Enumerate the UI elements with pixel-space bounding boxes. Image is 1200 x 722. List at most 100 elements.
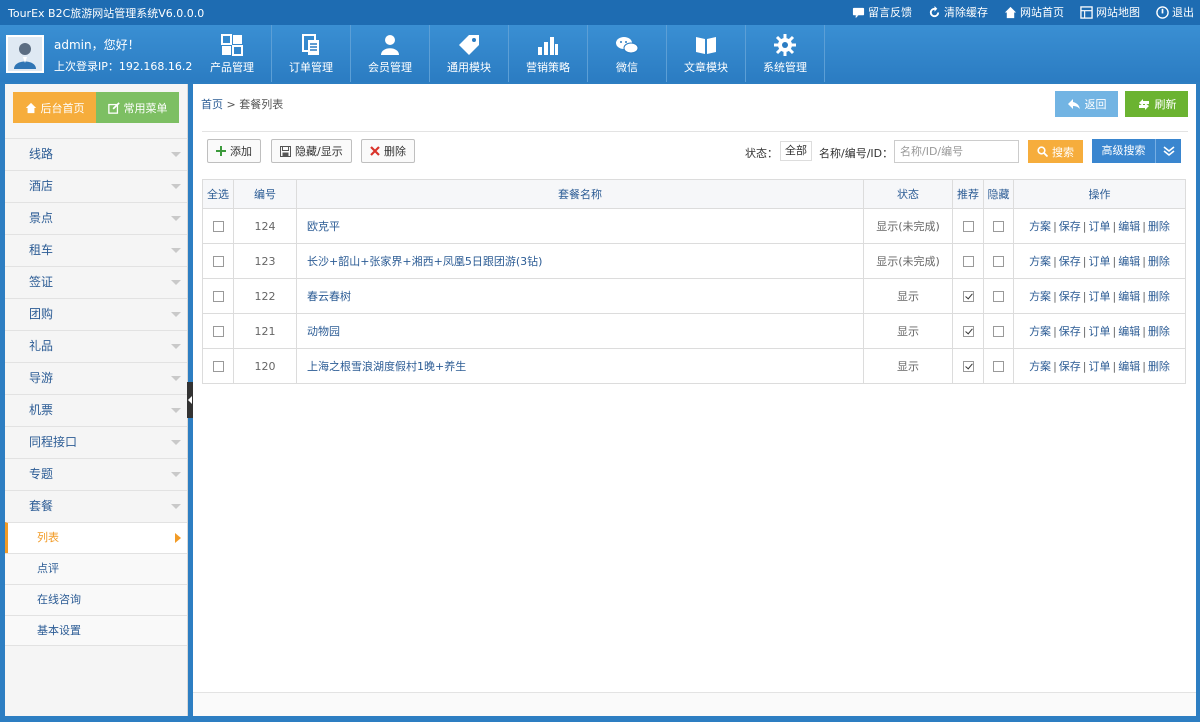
save-link[interactable]: 保存 [1059, 360, 1081, 373]
back-button[interactable]: 返回 [1055, 91, 1118, 117]
sidebar-item-flight[interactable]: 机票 [5, 394, 187, 426]
row-status: 显示 [863, 278, 953, 314]
orders-link[interactable]: 订单 [1089, 290, 1111, 303]
add-button[interactable]: 添加 [207, 139, 261, 163]
logout-link[interactable]: 退出 [1156, 4, 1194, 20]
sidebar-item-package[interactable]: 套餐 [5, 490, 187, 522]
hidden-checkbox[interactable] [993, 221, 1004, 232]
sidebar-item-gift[interactable]: 礼品 [5, 330, 187, 362]
nav-marketing[interactable]: 营销策略 [509, 25, 588, 82]
delete-button[interactable]: 删除 [361, 139, 415, 163]
sidebar-item-route[interactable]: 线路 [5, 138, 187, 170]
hidden-checkbox[interactable] [993, 291, 1004, 302]
row-status: 显示(未完成) [863, 243, 953, 279]
table-row: 122 春云春树 显示 方案 | 保存 | 订单 | 编辑 | 删除 [202, 278, 1186, 314]
edit-link[interactable]: 编辑 [1118, 255, 1140, 268]
plus-icon [216, 146, 226, 156]
orders-link[interactable]: 订单 [1089, 360, 1111, 373]
site-home-link[interactable]: 网站首页 [1004, 4, 1064, 20]
row-select-checkbox[interactable] [212, 326, 224, 337]
recommend-checkbox[interactable] [962, 291, 974, 302]
nav-product[interactable]: 产品管理 [193, 25, 272, 82]
sidebar-item-label: 景点 [29, 211, 54, 225]
hidden-checkbox[interactable] [993, 256, 1004, 267]
hidden-checkbox[interactable] [993, 361, 1004, 372]
delete-link[interactable]: 删除 [1148, 220, 1170, 233]
sidebar-item-topic[interactable]: 专题 [5, 458, 187, 490]
delete-link[interactable]: 删除 [1148, 290, 1170, 303]
nav-articles[interactable]: 文章模块 [667, 25, 746, 82]
row-name[interactable]: 长沙+韶山+张家界+湘西+凤凰5日跟团游(3钻) [296, 243, 864, 279]
nav-orders-label: 订单管理 [289, 61, 333, 74]
toggle-visibility-button[interactable]: 隐藏/显示 [271, 139, 352, 163]
sidebar-subitem-settings[interactable]: 基本设置 [5, 615, 187, 646]
row-name[interactable]: 上海之根雪浪湖度假村1晚+养生 [296, 348, 864, 384]
orders-link[interactable]: 订单 [1089, 220, 1111, 233]
recommend-checkbox[interactable] [962, 361, 974, 372]
save-link[interactable]: 保存 [1059, 290, 1081, 303]
sidebar-subitem-consult[interactable]: 在线咨询 [5, 584, 187, 615]
hidden-checkbox[interactable] [993, 326, 1004, 337]
nav-wechat[interactable]: 微信 [588, 25, 667, 82]
save-link[interactable]: 保存 [1059, 325, 1081, 338]
sidebar-item-guide[interactable]: 导游 [5, 362, 187, 394]
col-select-all[interactable]: 全选 [202, 179, 234, 209]
nav-members[interactable]: 会员管理 [351, 25, 430, 82]
row-select-checkbox[interactable] [212, 361, 224, 372]
sitemap-link[interactable]: 网站地图 [1080, 4, 1140, 20]
plan-link[interactable]: 方案 [1029, 325, 1051, 338]
row-select-checkbox[interactable] [212, 291, 224, 302]
recommend-checkbox[interactable] [962, 221, 974, 232]
refresh-button[interactable]: 刷新 [1125, 91, 1188, 117]
chevron-down-icon [171, 440, 181, 445]
delete-link[interactable]: 删除 [1148, 255, 1170, 268]
recommend-checkbox[interactable] [962, 326, 974, 337]
row-name[interactable]: 动物园 [296, 313, 864, 349]
row-name[interactable]: 春云春树 [296, 278, 864, 314]
sidebar-subitem-list[interactable]: 列表 [5, 522, 187, 553]
nav-wechat-label: 微信 [616, 61, 638, 74]
row-select-checkbox[interactable] [212, 256, 224, 267]
delete-link[interactable]: 删除 [1148, 325, 1170, 338]
nav-orders[interactable]: 订单管理 [272, 25, 351, 82]
orders-link[interactable]: 订单 [1089, 255, 1111, 268]
row-select-checkbox[interactable] [212, 221, 224, 232]
edit-link[interactable]: 编辑 [1118, 325, 1140, 338]
table-row: 124 欧克平 显示(未完成) 方案 | 保存 | 订单 | 编辑 | 删除 [202, 208, 1186, 244]
plan-link[interactable]: 方案 [1029, 255, 1051, 268]
admin-home-button[interactable]: 后台首页 [13, 92, 96, 123]
save-link[interactable]: 保存 [1059, 220, 1081, 233]
edit-link[interactable]: 编辑 [1118, 290, 1140, 303]
clear-cache-link[interactable]: 清除缓存 [928, 4, 988, 20]
nav-system[interactable]: 系统管理 [746, 25, 825, 82]
delete-link[interactable]: 删除 [1148, 360, 1170, 373]
search-button[interactable]: 搜索 [1028, 140, 1083, 163]
action-separator: | [1142, 290, 1146, 303]
nav-common[interactable]: 通用模块 [430, 25, 509, 82]
edit-link[interactable]: 编辑 [1118, 220, 1140, 233]
advanced-search-button[interactable]: 高级搜索 [1092, 139, 1181, 163]
sidebar-item-hotel[interactable]: 酒店 [5, 170, 187, 202]
sitemap-icon [1080, 5, 1093, 19]
plan-link[interactable]: 方案 [1029, 290, 1051, 303]
sidebar-item-tongcheng[interactable]: 同程接口 [5, 426, 187, 458]
feedback-link[interactable]: 留言反馈 [852, 4, 912, 20]
breadcrumb-home[interactable]: 首页 [201, 98, 223, 111]
recommend-checkbox[interactable] [962, 256, 974, 267]
search-icon [1037, 146, 1048, 157]
row-name[interactable]: 欧克平 [296, 208, 864, 244]
status-filter-select[interactable]: 全部 [780, 141, 812, 161]
sidebar-subitem-review[interactable]: 点评 [5, 553, 187, 584]
orders-link[interactable]: 订单 [1089, 325, 1111, 338]
common-menu-button[interactable]: 常用菜单 [96, 92, 179, 123]
edit-link[interactable]: 编辑 [1118, 360, 1140, 373]
search-input[interactable] [894, 140, 1019, 163]
plan-link[interactable]: 方案 [1029, 360, 1051, 373]
sidebar-item-visa[interactable]: 签证 [5, 266, 187, 298]
sidebar-item-group-buy[interactable]: 团购 [5, 298, 187, 330]
sidebar-item-car-rental[interactable]: 租车 [5, 234, 187, 266]
save-link[interactable]: 保存 [1059, 255, 1081, 268]
sidebar: 后台首页 常用菜单 线路 酒店 景点 租车 签证 团购 礼品 导游 机票 同程接… [5, 84, 188, 716]
plan-link[interactable]: 方案 [1029, 220, 1051, 233]
sidebar-item-scenic[interactable]: 景点 [5, 202, 187, 234]
